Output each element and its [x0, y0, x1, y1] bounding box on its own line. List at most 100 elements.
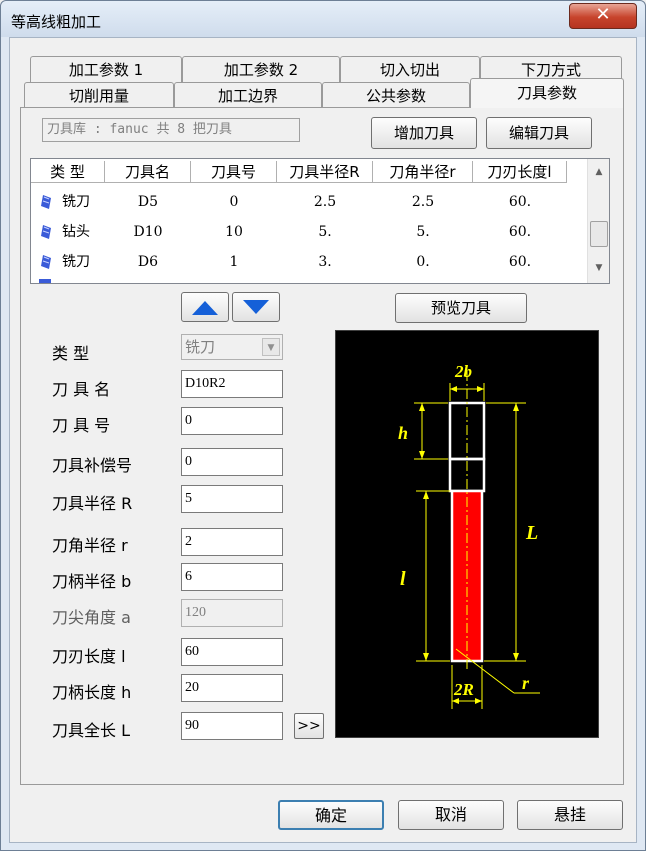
tool-number-label: 刀 具 号	[52, 416, 111, 435]
blade-length-label: 刀刃长度 l	[52, 647, 126, 666]
preview-tool-button[interactable]: 预览刀具	[395, 293, 527, 323]
label-r: r	[522, 673, 530, 693]
tool-compensation-input[interactable]: 0	[181, 448, 283, 476]
window-title: 等高线粗加工	[11, 13, 102, 31]
scroll-thumb[interactable]	[590, 221, 608, 247]
corner-radius-input[interactable]: 2	[181, 528, 283, 556]
arrow-up-icon	[192, 301, 218, 315]
row-blade-length: 60.	[508, 254, 532, 270]
suspend-button[interactable]: 悬挂	[517, 800, 623, 830]
tip-angle-input: 120	[181, 599, 283, 627]
tab-lead-in-out[interactable]: 切入切出	[340, 56, 480, 82]
close-button[interactable]: ✕	[569, 3, 637, 29]
row-number: 0	[229, 194, 239, 210]
tool-list-scrollbar[interactable]: ▲ ▼	[587, 159, 609, 283]
scroll-down-arrow-icon[interactable]: ▼	[592, 263, 606, 277]
tool-radius-label: 刀具半径 R	[52, 494, 133, 513]
tool-preview: 2b h L l 2R r	[335, 330, 599, 738]
row-type: 钻头	[62, 224, 90, 240]
shank-length-input[interactable]: 20	[181, 674, 283, 702]
tool-name-label: 刀 具 名	[52, 380, 111, 399]
table-row[interactable]: 钻头 D10 10 5. 5. 60.	[31, 217, 587, 247]
row-radius: 3.	[318, 254, 332, 270]
edit-tool-button[interactable]: 编辑刀具	[486, 117, 592, 149]
dim-arrow	[475, 698, 482, 704]
move-up-button[interactable]	[181, 292, 229, 322]
header-radius[interactable]: 刀具半径R	[277, 161, 373, 183]
shank-length-label: 刀柄长度 h	[52, 683, 132, 702]
row-name: D6	[137, 254, 159, 270]
tab-cutting-amount[interactable]: 切削用量	[24, 82, 174, 108]
tool-diagram: 2b h L l 2R r	[398, 362, 540, 709]
more-button[interactable]: >>	[294, 713, 324, 739]
tab-machining-boundary[interactable]: 加工边界	[174, 82, 322, 108]
tab-machining-params-1[interactable]: 加工参数 1	[30, 56, 182, 82]
row-blade-length: 60.	[508, 224, 532, 240]
tool-blue-icon	[39, 279, 51, 283]
row-number: 1	[229, 254, 239, 270]
chevron-down-icon: ▼	[262, 338, 280, 356]
total-length-label: 刀具全长 L	[52, 721, 131, 740]
row-type: 铣刀	[62, 254, 90, 270]
scroll-up-arrow-icon[interactable]: ▲	[592, 167, 606, 181]
row-corner-radius: 5.	[416, 224, 430, 240]
label-h: h	[398, 423, 408, 443]
header-type[interactable]: 类 型	[31, 161, 105, 183]
tool-radius-input[interactable]: 5	[181, 485, 283, 513]
add-tool-button[interactable]: 增加刀具	[371, 117, 477, 149]
table-row[interactable]: 铣刀 D6 1 3. 0. 60.	[31, 247, 587, 277]
label-2R: 2R	[453, 680, 474, 699]
tool-blue-icon	[41, 195, 51, 209]
row-corner-radius: 0.	[416, 254, 430, 270]
blade-length-input[interactable]: 60	[181, 638, 283, 666]
corner-radius-label: 刀角半径 r	[52, 536, 128, 555]
ok-button[interactable]: 确定	[278, 800, 384, 830]
tool-list-header: 类 型 刀具名 刀具号 刀具半径R 刀角半径r 刀刃长度l	[31, 161, 587, 183]
header-corner-radius[interactable]: 刀角半径r	[373, 161, 473, 183]
tool-list[interactable]: 类 型 刀具名 刀具号 刀具半径R 刀角半径r 刀刃长度l 铣刀 D5 0 2.…	[30, 158, 610, 284]
total-length-input[interactable]: 90	[181, 712, 283, 740]
tool-name-input[interactable]: D10R2	[181, 370, 283, 398]
dim-arrow	[513, 403, 519, 411]
dim-arrow	[423, 653, 429, 661]
tab-common-params[interactable]: 公共参数	[322, 82, 470, 108]
row-blade-length: 60.	[508, 194, 532, 210]
type-label: 类 型	[52, 344, 90, 363]
dim-arrow	[513, 653, 519, 661]
tool-blue-icon	[41, 225, 51, 239]
shank-radius-input[interactable]: 6	[181, 563, 283, 591]
label-L: L	[525, 522, 538, 544]
header-blade-length[interactable]: 刀刃长度l	[473, 161, 567, 183]
row-radius: 2.5	[313, 194, 337, 210]
label-2b: 2b	[454, 362, 472, 381]
tool-compensation-label: 刀具补偿号	[52, 456, 133, 475]
title-bar[interactable]: 等高线粗加工 ✕	[1, 1, 645, 37]
row-radius: 5.	[318, 224, 332, 240]
dim-arrow	[423, 491, 429, 499]
tool-type-value: 铣刀	[185, 338, 216, 356]
tool-type-select: 铣刀 ▼	[181, 334, 283, 360]
header-name[interactable]: 刀具名	[105, 161, 191, 183]
move-down-button[interactable]	[232, 292, 280, 322]
row-name: D10	[133, 224, 163, 240]
row-type: 铣刀	[62, 194, 90, 210]
tool-blue-icon	[41, 255, 51, 269]
tab-machining-params-2[interactable]: 加工参数 2	[182, 56, 340, 82]
dim-arrow	[419, 403, 425, 411]
row-corner-radius: 2.5	[411, 194, 435, 210]
tool-number-input[interactable]: 0	[181, 407, 283, 435]
dim-arrow	[419, 451, 425, 459]
table-row[interactable]: 铣刀 D5 0 2.5 2.5 60.	[31, 187, 587, 217]
dim-arrow	[450, 386, 457, 392]
tip-angle-label: 刀尖角度 a	[52, 608, 131, 627]
dim-arrow	[477, 386, 484, 392]
label-l: l	[400, 568, 406, 590]
tab-tool-params[interactable]: 刀具参数	[470, 78, 624, 108]
cancel-button[interactable]: 取消	[398, 800, 504, 830]
header-number[interactable]: 刀具号	[191, 161, 277, 183]
shank-radius-label: 刀柄半径 b	[52, 572, 132, 591]
tool-library-field: 刀具库 : fanuc 共 8 把刀具	[42, 118, 300, 142]
arrow-down-icon	[243, 300, 269, 314]
row-name: D5	[137, 194, 159, 210]
row-number: 10	[225, 224, 243, 240]
